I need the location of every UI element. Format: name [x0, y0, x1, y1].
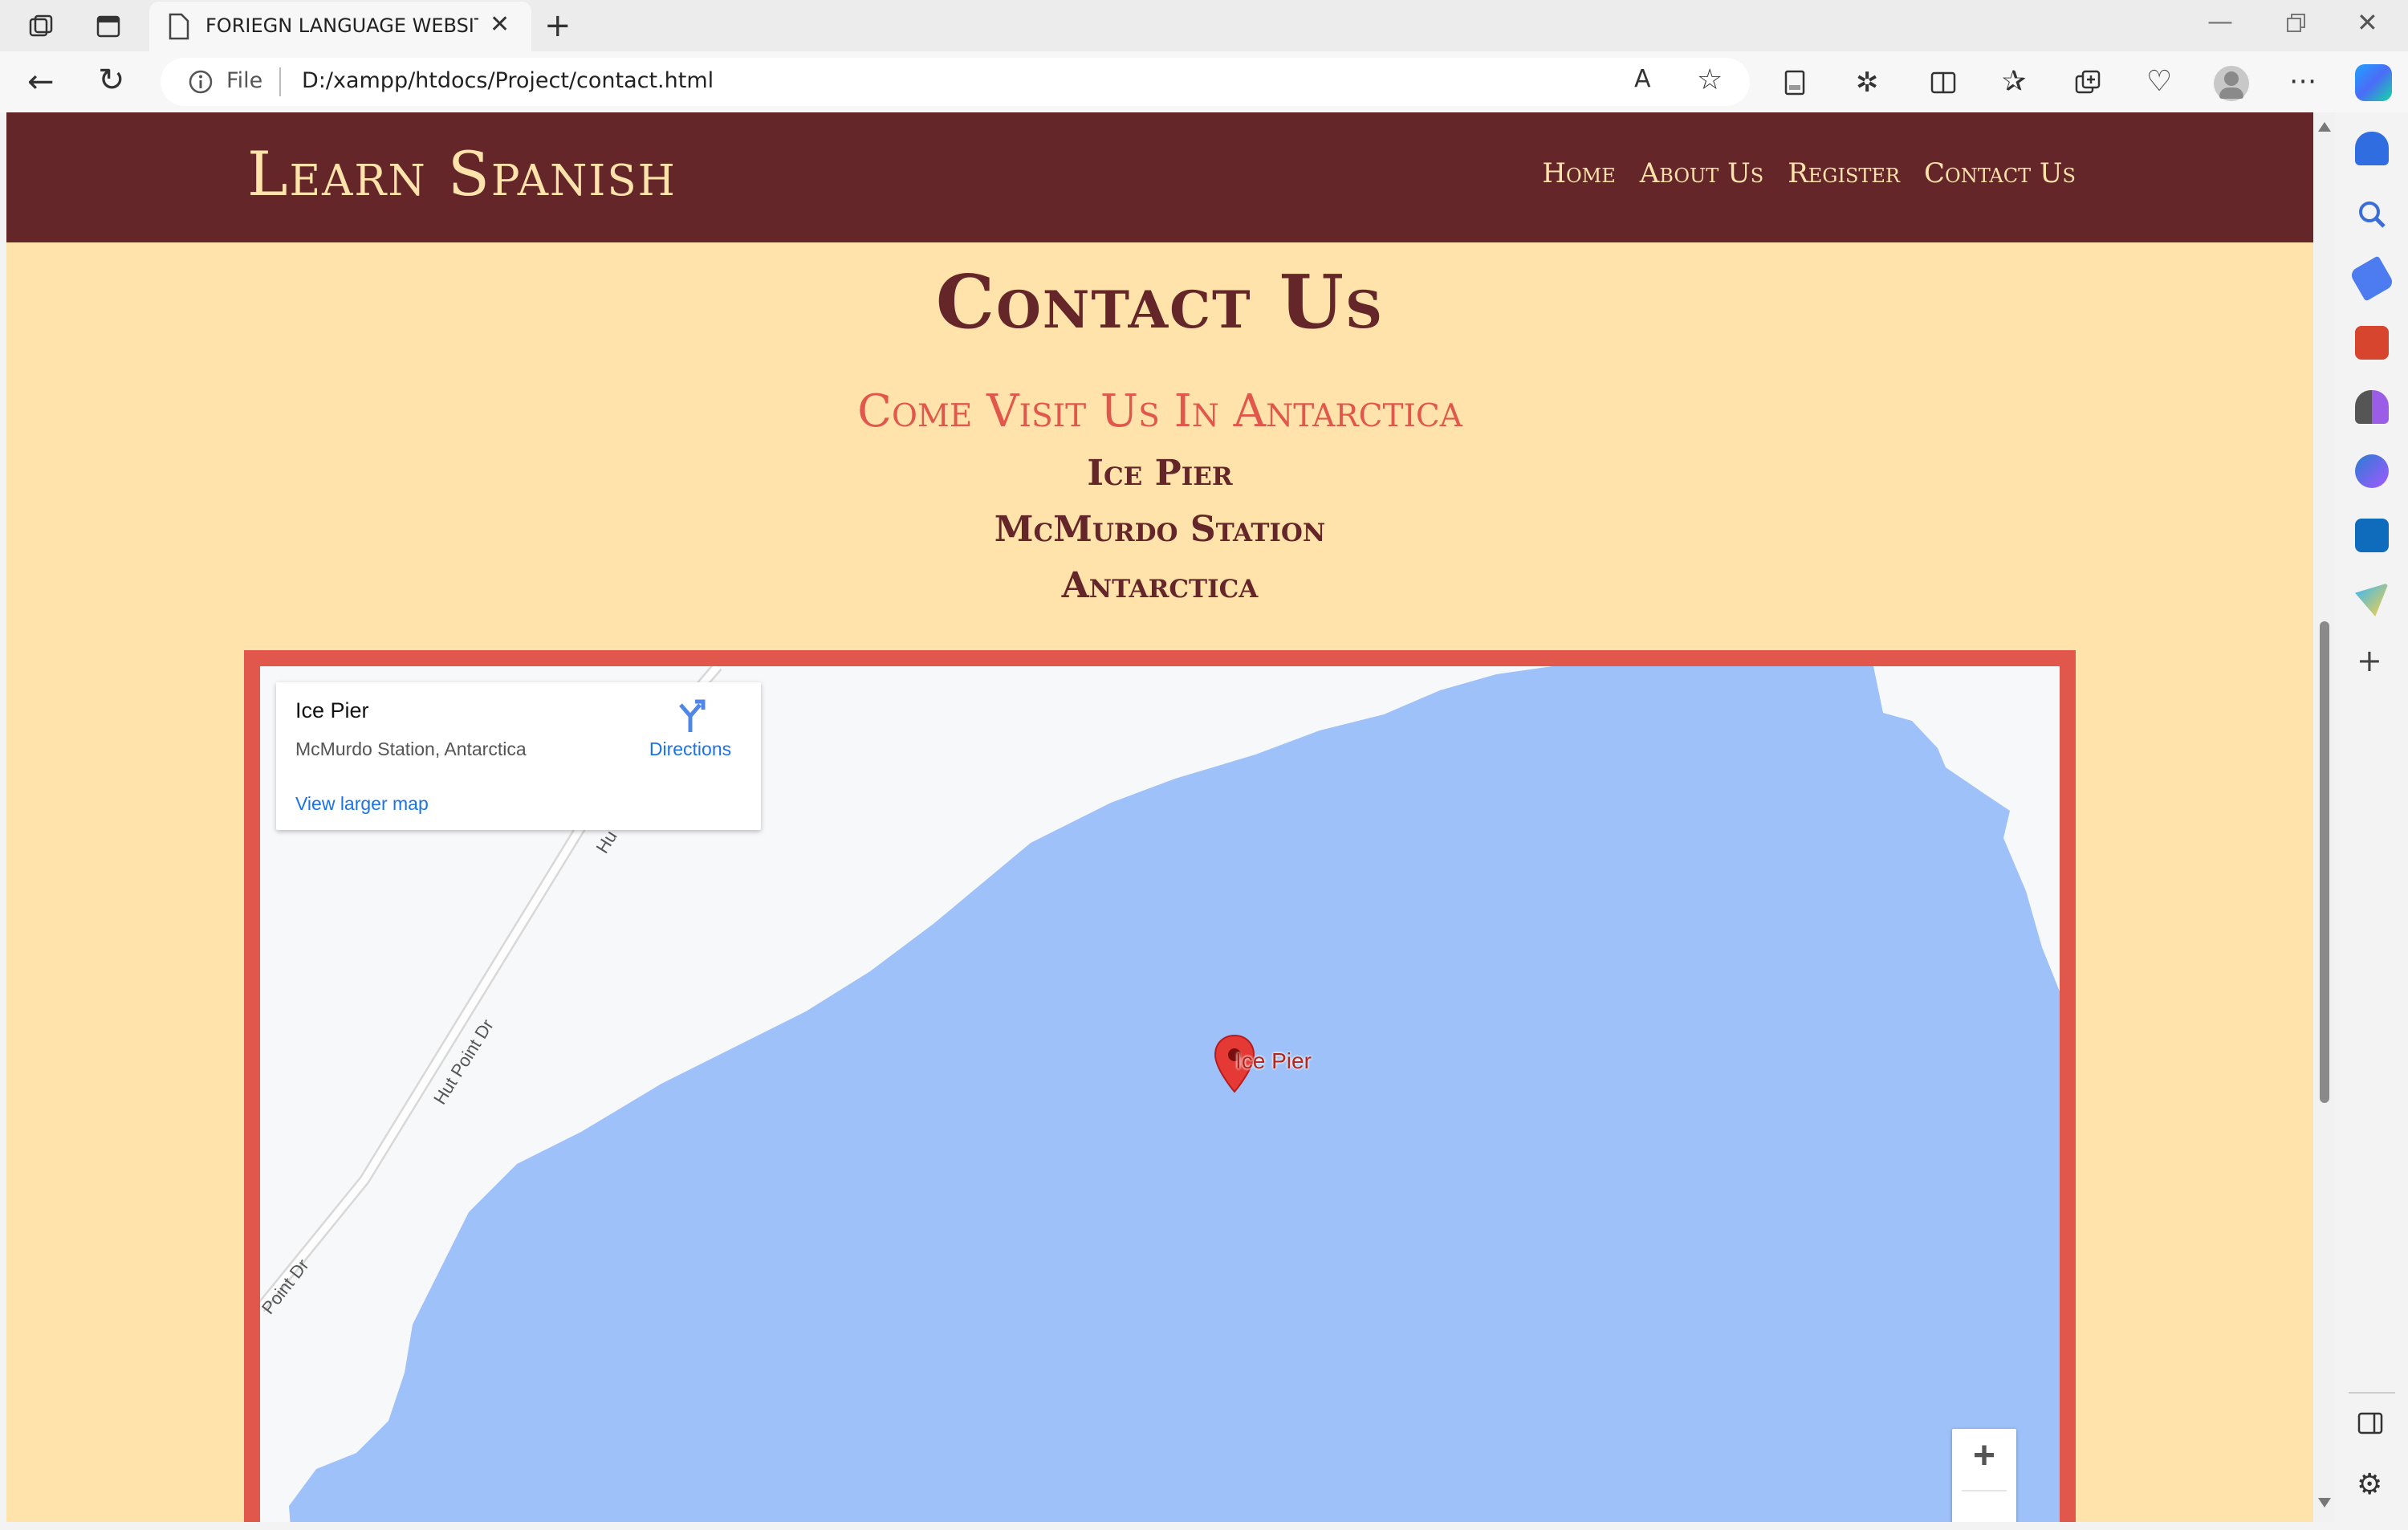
nav-about-us[interactable]: About Us	[1640, 157, 1763, 189]
sidebar-divider	[2349, 1392, 2395, 1394]
address-bar[interactable]: File D:/xampp/htdocs/Project/contact.htm…	[161, 58, 1750, 106]
close-window-icon[interactable]: ✕	[2357, 10, 2378, 35]
settings-gear-icon[interactable]: ⚙	[2357, 1471, 2382, 1499]
collections-icon[interactable]	[2074, 69, 2101, 100]
copilot-icon[interactable]	[2355, 64, 2392, 101]
notifications-bell-icon[interactable]	[2355, 132, 2389, 165]
new-tab-icon[interactable]: +	[544, 10, 571, 42]
site-nav: Home About Us Register Contact Us	[1542, 157, 2076, 189]
zoom-divider	[1962, 1490, 2007, 1491]
address-prefix: File	[226, 68, 263, 93]
shopping-tag-icon[interactable]	[2349, 255, 2395, 302]
site-logo[interactable]: Learn Spanish	[247, 138, 677, 210]
back-icon[interactable]: ←	[27, 66, 55, 98]
page-title: Contact Us	[935, 258, 1385, 345]
microsoft-365-icon[interactable]	[2355, 454, 2389, 488]
browser-tab-bar: FORIEGN LANGUAGE WEBSITE R ✕ + — ✕	[0, 0, 2408, 51]
visit-heading: Come Visit Us In Antarctica	[857, 385, 1462, 437]
nav-contact-us[interactable]: Contact Us	[1924, 157, 2076, 189]
place-title: Ice Pier	[295, 698, 369, 722]
nav-home[interactable]: Home	[1542, 157, 1615, 189]
directions-label: Directions	[649, 739, 732, 759]
edge-sidebar: + ⚙	[2336, 112, 2408, 1530]
directions-icon	[642, 698, 738, 739]
tab-title: FORIEGN LANGUAGE WEBSITE R	[205, 14, 478, 37]
scroll-thumb[interactable]	[2320, 621, 2329, 1103]
directions-button[interactable]: Directions	[642, 698, 738, 760]
search-icon[interactable]	[2355, 197, 2389, 231]
embedded-map[interactable]: Hut Point Dr Point Dr Hu Ice Pier Ice Pi…	[260, 666, 2060, 1522]
hide-sidebar-icon[interactable]	[2357, 1410, 2384, 1441]
address-line-1: Ice Pier	[1087, 453, 1233, 494]
refresh-icon[interactable]: ↻	[98, 64, 125, 96]
map-frame: Hut Point Dr Point Dr Hu Ice Pier Ice Pi…	[244, 650, 2076, 1522]
tools-briefcase-icon[interactable]	[2355, 326, 2389, 360]
profile-avatar[interactable]	[2214, 66, 2249, 101]
zoom-controls: +	[1952, 1429, 2016, 1522]
place-info-card: Ice Pier McMurdo Station, Antarctica Vie…	[276, 682, 761, 830]
site-header: Learn Spanish Home About Us Register Con…	[6, 112, 2313, 242]
games-icon[interactable]	[2355, 390, 2389, 424]
url-text[interactable]: D:/xampp/htdocs/Project/contact.html	[302, 68, 714, 93]
scroll-down-arrow-icon[interactable]	[2318, 1498, 2331, 1508]
outlook-icon[interactable]	[2355, 519, 2389, 552]
info-icon[interactable]	[188, 69, 214, 98]
drop-send-icon[interactable]	[2355, 583, 2389, 616]
page-viewport: Learn Spanish Home About Us Register Con…	[6, 112, 2313, 1522]
restore-icon[interactable]	[2284, 11, 2308, 39]
view-larger-map-link[interactable]: View larger map	[295, 793, 429, 815]
workspaces-icon[interactable]	[27, 13, 55, 44]
page-icon	[167, 13, 191, 43]
add-sidebar-app-icon[interactable]: +	[2357, 645, 2382, 676]
place-address: McMurdo Station, Antarctica	[295, 739, 527, 759]
address-line-2: McMurdo Station	[994, 509, 1326, 550]
favorite-star-icon[interactable]: ☆	[1697, 66, 1723, 95]
minimize-icon[interactable]: —	[2207, 8, 2233, 34]
browser-essentials-icon[interactable]: ♡	[2146, 67, 2172, 96]
scroll-up-arrow-icon[interactable]	[2318, 122, 2331, 132]
tab-actions-icon[interactable]	[95, 13, 122, 44]
page-scrollbar[interactable]	[2313, 112, 2336, 1522]
address-separator	[279, 67, 281, 96]
extensions-icon[interactable]: ✲	[1856, 69, 1879, 96]
favorites-icon[interactable]: ✰	[2002, 67, 2026, 96]
zoom-in-button[interactable]: +	[1952, 1429, 2016, 1485]
pin-label: Ice Pier	[1235, 1048, 1312, 1073]
split-screen-icon[interactable]	[1930, 69, 1957, 100]
close-tab-icon[interactable]: ✕	[490, 13, 510, 37]
nav-register[interactable]: Register	[1788, 157, 1900, 189]
address-line-3: Antarctica	[1061, 565, 1259, 606]
browser-tab[interactable]: FORIEGN LANGUAGE WEBSITE R ✕	[149, 2, 531, 51]
more-menu-icon[interactable]: ⋯	[2289, 67, 2316, 95]
reading-view-icon[interactable]	[1782, 69, 1808, 100]
read-aloud-icon[interactable]: A	[1634, 67, 1651, 92]
